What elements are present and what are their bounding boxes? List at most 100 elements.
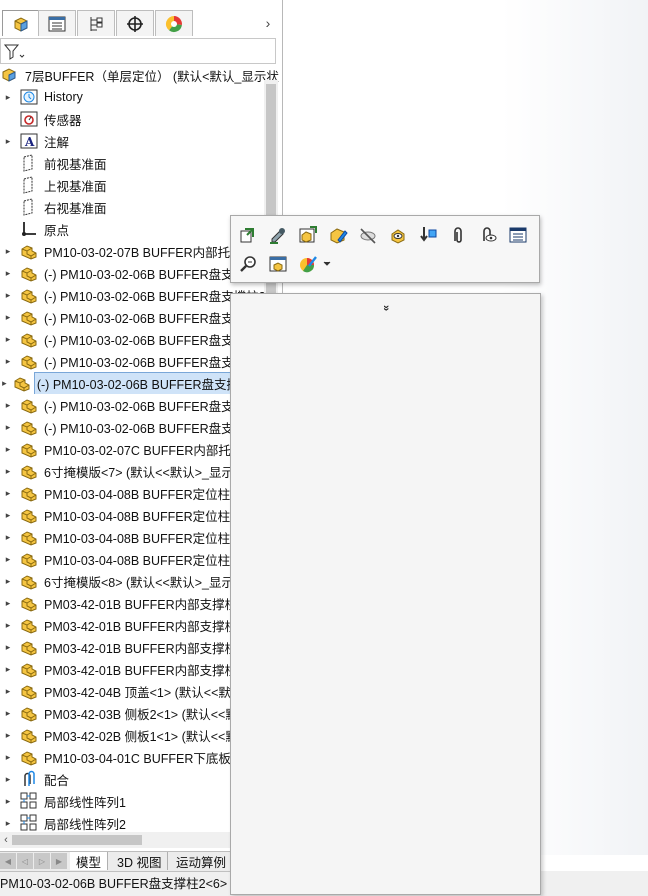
tree-node[interactable]: ▸ History (0, 86, 282, 108)
property-sheet-button[interactable] (506, 223, 530, 247)
expand-arrow-icon[interactable]: ▸ (1, 812, 15, 834)
expand-arrow-icon[interactable]: ▸ (1, 724, 15, 746)
next-tab-arrow-icon[interactable]: ▷ (34, 853, 50, 869)
part-icon (20, 242, 38, 260)
open-part-button[interactable] (236, 223, 260, 247)
expand-arrow-icon[interactable]: ▸ (1, 790, 15, 812)
expand-arrow-icon[interactable]: ▸ (1, 350, 15, 372)
expand-menu-chevron-icon[interactable]: » (378, 300, 394, 316)
context-menu: » (230, 293, 541, 895)
expand-arrow-icon[interactable]: ▸ (1, 570, 15, 592)
expand-arrow-icon[interactable]: ▸ (1, 328, 15, 350)
expand-arrow-icon[interactable]: ▸ (1, 746, 15, 768)
component-properties-icon (269, 256, 287, 272)
configuration-icon (90, 16, 103, 31)
tree-node-label: 注解 (44, 135, 70, 150)
expand-arrow-icon[interactable]: ▸ (1, 460, 15, 482)
zoom-to-selection-button[interactable] (236, 252, 260, 276)
tree-node-label: 局部线性阵列2 (44, 817, 126, 832)
tree-node[interactable]: 传感器 (0, 108, 282, 130)
expand-arrow-icon[interactable]: ▸ (1, 394, 15, 416)
expand-arrow-icon[interactable]: ▸ (1, 482, 15, 504)
expand-arrow-icon[interactable]: ▸ (1, 548, 15, 570)
first-tab-arrow-icon[interactable]: ◀ (0, 853, 16, 869)
dropdown-arrow-icon (323, 261, 331, 266)
tree-node[interactable]: ▸ A 注解 (0, 130, 282, 152)
hide-component-button[interactable] (356, 223, 380, 247)
part-icon (20, 308, 38, 326)
expand-arrow-icon[interactable]: ▸ (1, 592, 15, 614)
expand-arrow-icon[interactable]: ▸ (1, 702, 15, 724)
expand-arrow-icon[interactable]: ▸ (1, 658, 15, 680)
sensor-icon (20, 110, 38, 128)
prev-tab-arrow-icon[interactable]: ◁ (17, 853, 33, 869)
tree-node-label: 前视基准面 (44, 157, 107, 172)
component-properties-button[interactable] (266, 252, 290, 276)
appearance-dropdown-button[interactable] (320, 252, 334, 276)
scroll-left-arrow-icon[interactable]: ‹ (0, 832, 12, 848)
show-hide-button[interactable] (476, 223, 500, 247)
filter-icon[interactable] (4, 43, 26, 61)
tab-feature-manager[interactable] (2, 10, 40, 36)
make-virtual-button[interactable] (416, 223, 440, 247)
part-icon (20, 264, 38, 282)
last-tab-arrow-icon[interactable]: ▶ (51, 853, 67, 869)
isolate-button[interactable] (386, 223, 410, 247)
part-icon (20, 616, 38, 634)
edit-appearance-button[interactable] (326, 223, 350, 247)
paper-clip-button[interactable] (446, 223, 470, 247)
expand-arrow-icon[interactable]: ▸ (1, 768, 15, 790)
expand-arrow-icon[interactable]: ▸ (1, 284, 15, 306)
status-bar-right (541, 871, 648, 895)
expand-arrow-icon[interactable]: ▸ (1, 86, 15, 108)
tree-horizontal-scroll-thumb[interactable] (12, 835, 142, 845)
tree-node-label: PM03-42-01B BUFFER内部支撑柱2 (44, 619, 245, 634)
part-icon (20, 418, 38, 436)
expand-arrow-icon[interactable]: ▸ (1, 614, 15, 636)
tab-display-manager[interactable] (155, 10, 193, 36)
part-icon (20, 506, 38, 524)
tree-node-label: PM10-03-04-08B BUFFER定位柱2 (44, 509, 238, 524)
expand-arrow-icon[interactable]: ▸ (1, 130, 15, 152)
expand-arrow-icon[interactable]: ▸ (1, 438, 15, 460)
status-text: PM10-03-02-06B BUFFER盘支撑柱2<6> (0, 877, 228, 891)
expand-arrow-icon[interactable]: ▸ (1, 636, 15, 658)
tab-dimxpert-manager[interactable] (116, 10, 154, 36)
part-icon (20, 396, 38, 414)
tree-filter-field[interactable] (0, 38, 276, 64)
edit-appearance-icon (330, 228, 348, 244)
tab-3d-view[interactable]: 3D 视图 (111, 852, 169, 870)
isolate-icon (391, 229, 405, 244)
tab-motion-study[interactable]: 运动算例 (170, 852, 234, 870)
tab-configuration-manager[interactable] (77, 10, 115, 36)
show-hide-icon (483, 227, 497, 242)
part-icon (20, 594, 38, 612)
expand-arrow-icon[interactable]: ▸ (1, 504, 15, 526)
tree-node[interactable]: 上视基准面 (0, 174, 282, 196)
tab-property-manager[interactable] (38, 10, 76, 36)
expand-arrow-icon[interactable]: ▸ (1, 240, 15, 262)
tabs-more-chevron-icon[interactable]: › (258, 10, 278, 36)
tree-node[interactable]: 前视基准面 (0, 152, 282, 174)
tab-model[interactable]: 模型 (70, 852, 109, 870)
expand-arrow-icon[interactable]: ▸ (1, 416, 15, 438)
tree-node-label: PM03-42-01B BUFFER内部支撑柱1 (44, 597, 245, 612)
expand-arrow-icon[interactable]: ▸ (1, 526, 15, 548)
crosshair-icon (127, 15, 143, 32)
appearance-palette-button[interactable] (296, 252, 320, 276)
edit-part-button[interactable] (266, 223, 290, 247)
tree-node-label: 原点 (44, 223, 70, 238)
expand-arrow-icon[interactable]: ▸ (1, 680, 15, 702)
manager-tabbar: › (0, 10, 278, 37)
hide-component-icon (360, 228, 376, 244)
expand-arrow-icon[interactable]: ▸ (1, 306, 15, 328)
mates-icon (20, 770, 38, 788)
expand-arrow-icon[interactable]: ▸ (1, 262, 15, 284)
expand-arrow-icon[interactable]: ▸ (1, 372, 8, 394)
part-icon (20, 330, 38, 348)
color-wheel-icon (165, 15, 182, 32)
tree-root-assembly[interactable]: 7层BUFFER（单层定位） (默认<默认_显示状 (0, 64, 282, 86)
open-assembly-button[interactable] (296, 223, 320, 247)
